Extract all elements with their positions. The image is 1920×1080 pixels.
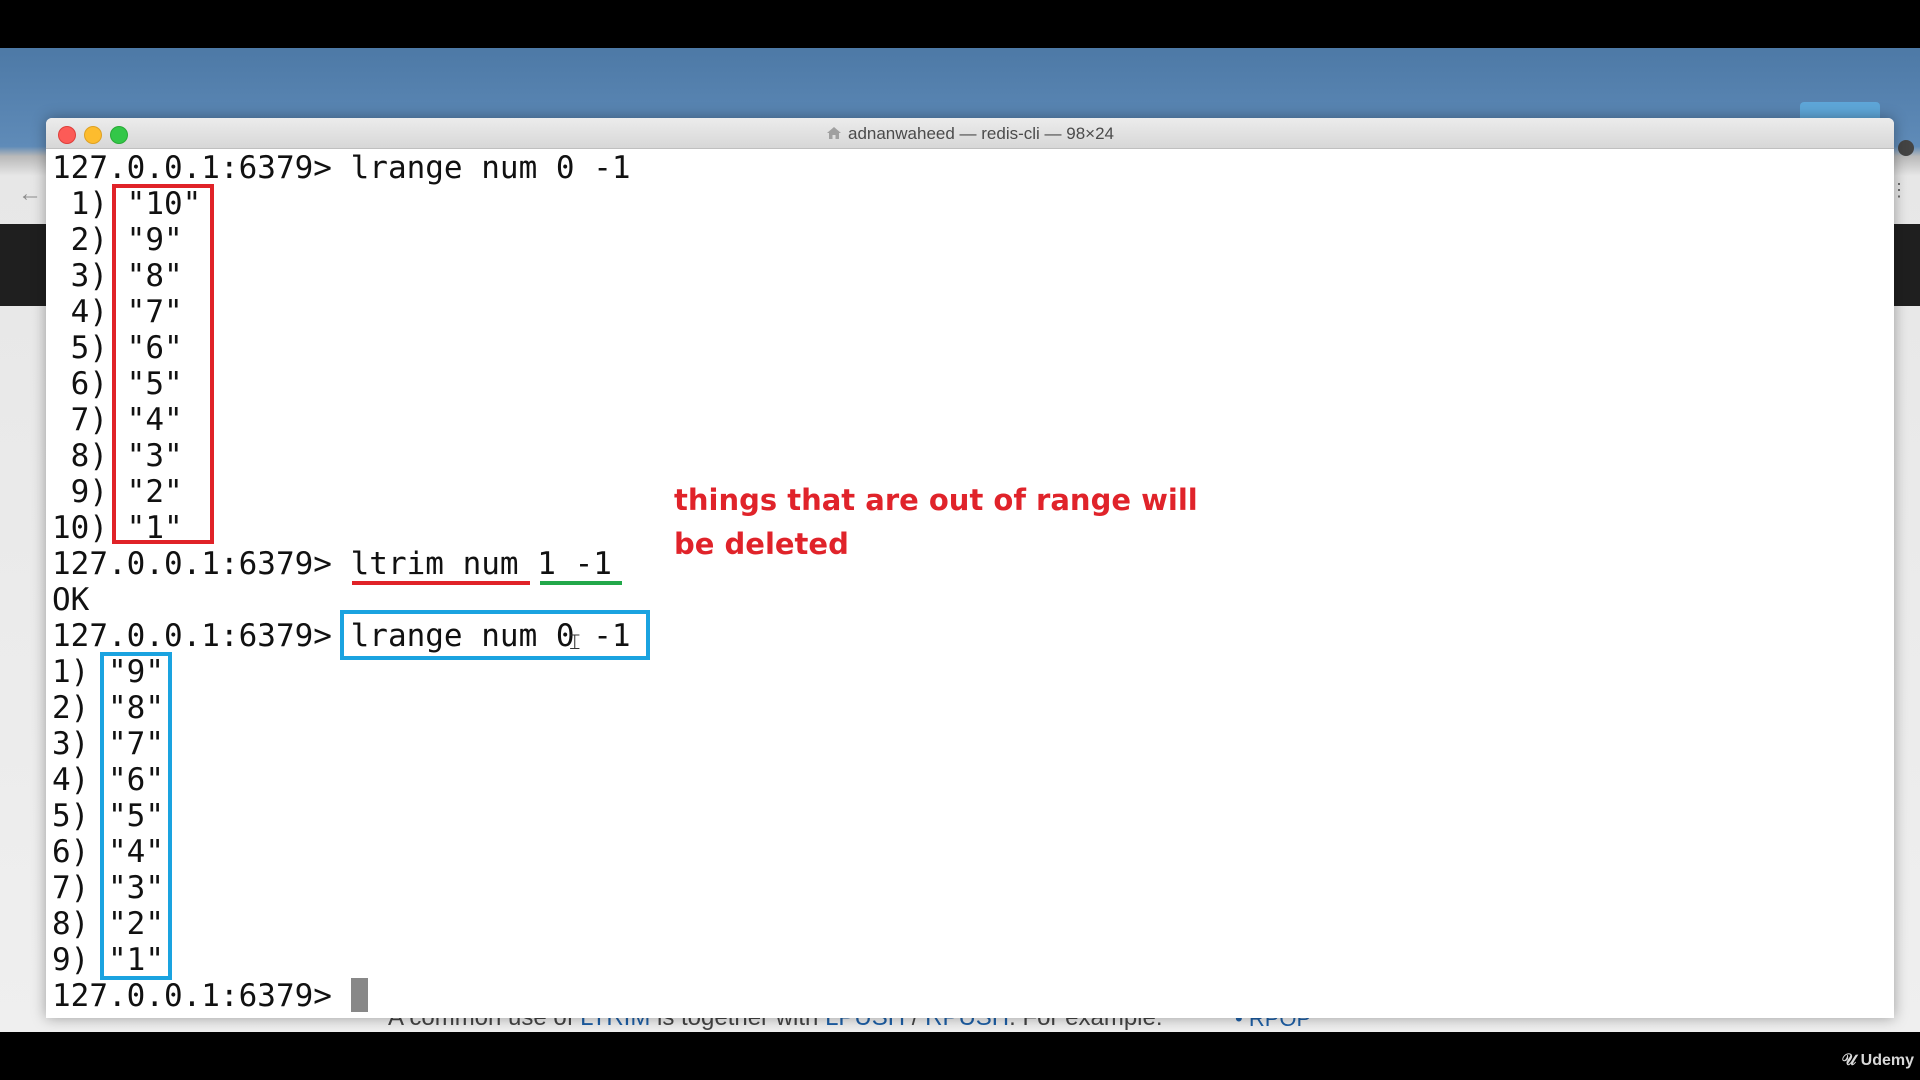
green-underline [540,581,622,585]
udemy-watermark: 𝒰 Udemy [1841,1052,1914,1069]
mouse-cursor-icon: 𝙸 [567,630,583,655]
window-title: adnanwaheed — redis-cli — 98×24 [46,124,1894,144]
video-top-bar [0,0,1920,48]
terminal-prompt-line[interactable]: 127.0.0.1:6379> [52,978,368,1014]
red-underline [352,581,530,585]
terminal-line: 127.0.0.1:6379> ltrim num 1 -1 [52,546,612,582]
video-bottom-bar: 𝒰 Udemy [0,1032,1920,1080]
terminal-titlebar[interactable]: adnanwaheed — redis-cli — 98×24 [46,118,1894,149]
blue-highlight-box [100,652,172,980]
browser-extension-icon[interactable] [1898,140,1914,156]
terminal-line: 127.0.0.1:6379> lrange num 0 -1 [52,150,631,186]
terminal-line: OK [52,582,90,618]
blue-command-box [340,610,650,660]
back-arrow-icon[interactable]: ← [18,180,42,208]
udemy-logo-icon: 𝒰 [1841,1052,1857,1069]
annotation-note: things that are out of range will be del… [674,483,1198,561]
terminal-content[interactable]: 127.0.0.1:6379> lrange num 0 -1 1) "10" … [52,150,1888,1018]
home-icon [826,127,841,139]
terminal-cursor [350,978,368,1012]
terminal-window[interactable]: adnanwaheed — redis-cli — 98×24 127.0.0.… [46,118,1894,1018]
red-highlight-box [112,184,214,544]
